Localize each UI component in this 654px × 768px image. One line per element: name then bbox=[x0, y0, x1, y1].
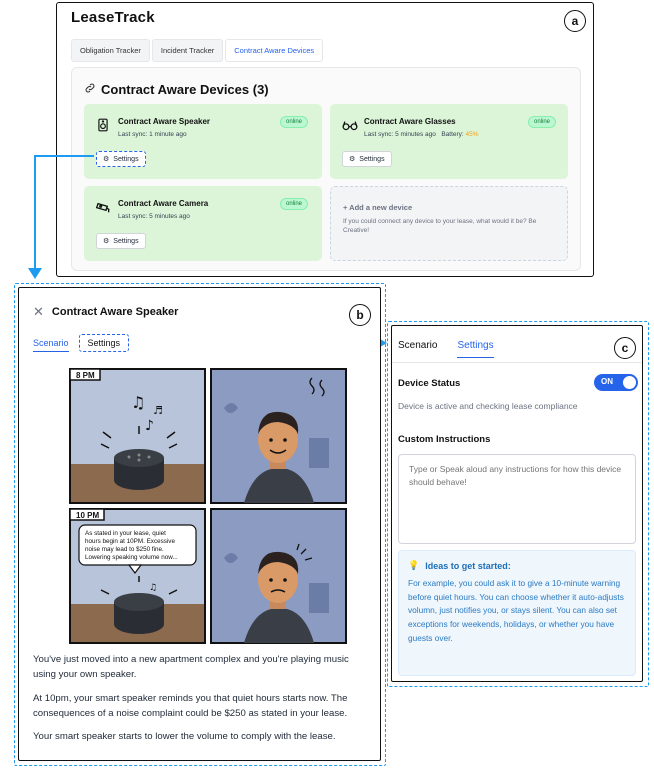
story-paragraph: Your smart speaker starts to lower the v… bbox=[33, 731, 336, 743]
speech-line: Lowering speaking volume now... bbox=[85, 554, 178, 561]
device-sync: Last sync: 1 minute ago bbox=[118, 131, 187, 138]
settings-label: Settings bbox=[113, 237, 139, 245]
settings-button-glasses[interactable]: ⚙ Settings bbox=[342, 151, 392, 167]
settings-panel: c Scenario Settings Device Status ON Dev… bbox=[391, 325, 643, 682]
tab-scenario[interactable]: Scenario bbox=[33, 335, 69, 352]
connector-arrow-line bbox=[34, 155, 36, 271]
device-name: Contract Aware Glasses bbox=[364, 117, 456, 126]
tab-incident-tracker[interactable]: Incident Tracker bbox=[151, 39, 224, 62]
app-brand: LeaseTrack bbox=[71, 9, 155, 26]
comic-panel-speaker-music: ♫ ♪ ♬ bbox=[69, 368, 206, 504]
svg-text:♫: ♫ bbox=[149, 583, 157, 593]
status-badge: online bbox=[528, 116, 557, 128]
tab-contract-aware-devices[interactable]: Contract Aware Devices bbox=[225, 39, 324, 62]
device-card-camera[interactable]: Contract Aware Camera Last sync: 5 minut… bbox=[84, 186, 322, 261]
lightbulb-icon: 💡 bbox=[408, 560, 420, 570]
add-device-title: + Add a new device bbox=[343, 203, 413, 212]
settings-tabs: Scenario Settings bbox=[398, 340, 494, 358]
custom-instructions-label: Custom Instructions bbox=[398, 434, 491, 445]
settings-button-speaker[interactable]: ⚙ Settings bbox=[96, 151, 146, 167]
tab-settings[interactable]: Settings bbox=[78, 334, 130, 352]
settings-panel-frame: c Scenario Settings Device Status ON Dev… bbox=[387, 321, 649, 687]
device-card-glasses[interactable]: Contract Aware Glasses Last sync: 5 minu… bbox=[330, 104, 568, 179]
close-icon[interactable]: ✕ bbox=[33, 304, 44, 320]
device-card-speaker[interactable]: Contract Aware Speaker Last sync: 1 minu… bbox=[84, 104, 322, 179]
story-paragraph: At 10pm, your smart speaker reminds you … bbox=[33, 692, 348, 719]
speech-line: hours begin at 10PM. Excessive bbox=[85, 538, 175, 545]
devices-title: Contract Aware Devices (3) bbox=[101, 82, 269, 97]
add-device-card[interactable]: + Add a new device If you could connect … bbox=[330, 186, 568, 261]
camera-icon bbox=[95, 200, 110, 214]
settings-button-camera[interactable]: ⚙ Settings bbox=[96, 233, 146, 249]
link-icon bbox=[84, 82, 96, 97]
speech-line: As stated in your lease, quiet bbox=[85, 530, 166, 537]
tab-scenario[interactable]: Scenario bbox=[398, 340, 437, 358]
scenario-panel: b ✕ Contract Aware Speaker Scenario Sett… bbox=[18, 287, 381, 761]
settings-label: Settings bbox=[113, 155, 139, 163]
comic-panel-person-happy bbox=[210, 368, 347, 504]
arrow-head-down-icon bbox=[28, 268, 42, 279]
device-status-label: Device Status bbox=[398, 378, 461, 389]
ideas-title: Ideas to get started: bbox=[425, 560, 511, 571]
settings-label: Settings bbox=[359, 155, 385, 163]
devices-card: Contract Aware Devices (3) Contract Awar… bbox=[71, 67, 581, 271]
svg-text:♬: ♬ bbox=[153, 404, 163, 417]
speech-line: noise may lead to $250 fine. bbox=[85, 546, 164, 553]
gear-icon: ⚙ bbox=[103, 156, 110, 163]
ideas-body: For example, you could ask it to give a … bbox=[408, 578, 624, 643]
ideas-title-row: 💡 Ideas to get started: bbox=[408, 560, 626, 571]
scenario-comic: ♫ ♪ ♬ 8 PM ♫ 10 PM As stated in your lea… bbox=[69, 368, 347, 644]
device-status-toggle[interactable]: ON bbox=[594, 374, 638, 391]
speaker-icon bbox=[96, 118, 110, 132]
svg-text:♪: ♪ bbox=[145, 418, 154, 434]
connector-arrow-line bbox=[34, 155, 94, 157]
sync-text: Last sync: 5 minutes ago bbox=[364, 131, 436, 138]
glasses-icon bbox=[342, 118, 358, 132]
detail-title: Contract Aware Speaker bbox=[51, 306, 179, 318]
status-badge: online bbox=[280, 198, 309, 210]
device-sync: Last sync: 5 minutes ago Battery: 45% bbox=[364, 131, 479, 138]
tab-divider bbox=[392, 362, 642, 363]
battery-label: Battery: bbox=[441, 131, 464, 138]
comic-time-8pm: 8 PM bbox=[76, 371, 95, 380]
tab-settings[interactable]: Settings bbox=[457, 340, 494, 358]
detail-tabs: Scenario Settings bbox=[33, 334, 130, 352]
svg-text:♫: ♫ bbox=[131, 393, 145, 412]
devices-heading: Contract Aware Devices (3) bbox=[84, 82, 269, 97]
toggle-knob bbox=[623, 376, 636, 389]
device-name: Contract Aware Speaker bbox=[118, 117, 211, 126]
figure-label-b: b bbox=[349, 304, 371, 326]
comic-time-10pm: 10 PM bbox=[76, 511, 99, 520]
gear-icon: ⚙ bbox=[103, 238, 110, 245]
dashboard-panel: LeaseTrack a Obligation Tracker Incident… bbox=[56, 2, 594, 277]
scenario-story: You've just moved into a new apartment c… bbox=[33, 653, 373, 754]
scenario-panel-frame: b ✕ Contract Aware Speaker Scenario Sett… bbox=[14, 283, 386, 766]
ideas-box: 💡 Ideas to get started: For example, you… bbox=[398, 550, 636, 676]
figure-label-a: a bbox=[564, 10, 586, 32]
custom-instructions-input[interactable] bbox=[398, 454, 636, 544]
story-paragraph: You've just moved into a new apartment c… bbox=[33, 654, 349, 680]
gear-icon: ⚙ bbox=[349, 156, 356, 163]
figure-label-c: c bbox=[614, 337, 636, 359]
toggle-label: ON bbox=[601, 377, 613, 386]
main-tabs: Obligation Tracker Incident Tracker Cont… bbox=[71, 39, 324, 62]
battery-value: 45% bbox=[465, 131, 479, 138]
tab-obligation-tracker[interactable]: Obligation Tracker bbox=[71, 39, 150, 62]
device-name: Contract Aware Camera bbox=[118, 199, 209, 208]
add-device-description: If you could connect any device to your … bbox=[343, 218, 537, 235]
comic-panel-person-concerned bbox=[210, 508, 347, 644]
device-sync: Last sync: 5 minutes ago bbox=[118, 213, 190, 220]
status-badge: online bbox=[280, 116, 309, 128]
device-status-text: Device is active and checking lease comp… bbox=[398, 401, 578, 411]
detail-header: ✕ Contract Aware Speaker bbox=[33, 304, 178, 320]
